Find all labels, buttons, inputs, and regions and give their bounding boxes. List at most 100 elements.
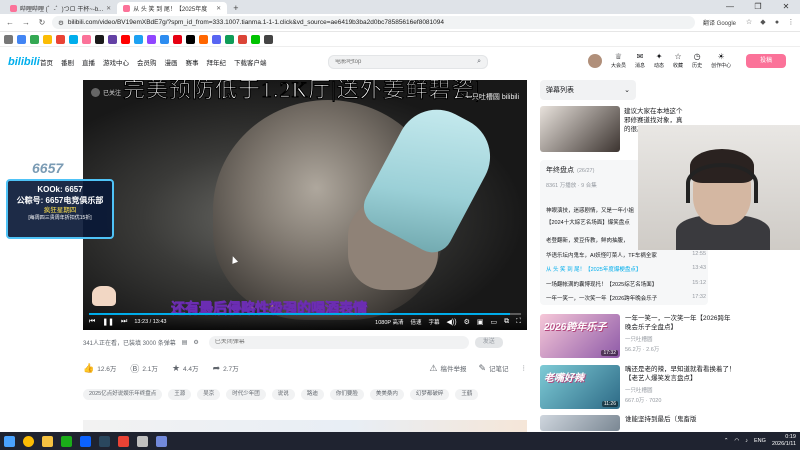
tag[interactable]: 王源 [168, 389, 192, 400]
language-indicator[interactable]: ENG [754, 438, 766, 444]
nav-item[interactable]: 拜年纪 [207, 57, 227, 67]
video-player[interactable]: 完美预防低于1.2K厅|送外姜鲜碧瓷| 已关注 一只吐槽圆 bilibili 还… [83, 80, 527, 330]
bookmark-icon[interactable] [186, 34, 195, 44]
settings-icon[interactable]: ⚙ [464, 318, 470, 326]
nav-item[interactable]: 赛事 [186, 57, 199, 67]
quality-button[interactable]: 1080P 高清 [375, 318, 403, 326]
bookmark-icon[interactable] [251, 34, 260, 44]
nav-item[interactable]: 下载客户端 [234, 57, 267, 67]
tag[interactable]: 时代少年团 [226, 389, 266, 400]
danmaku-toggle-icon[interactable]: ▤ [182, 339, 188, 346]
nav-item[interactable]: 漫画 [165, 57, 178, 67]
recommend-card[interactable]: 2026跨年乐子 17:32 一年一笑一，一次笑一年【2026跨年晚会乐子全盘点… [540, 314, 736, 358]
coin-button[interactable]: Ⓑ 2.1万 [130, 362, 158, 375]
bookmark-icon[interactable] [225, 34, 234, 44]
bookmark-icon[interactable] [264, 34, 273, 44]
favorite-button[interactable]: ★ 4.4万 [172, 363, 199, 374]
danmaku-input[interactable] [214, 339, 463, 345]
tag[interactable]: 你们要脸 [329, 389, 364, 400]
bookmark-icon[interactable] [56, 34, 65, 44]
recommend-thumbnail[interactable] [540, 415, 620, 431]
bookmark-icon[interactable] [43, 34, 52, 44]
bookmark-icon[interactable] [17, 34, 26, 44]
bookmark-icon[interactable] [212, 34, 221, 44]
tray-chevron-icon[interactable]: ⌃ [724, 438, 729, 444]
playlist-item[interactable]: 华语乐坛内鬼车，AI妖怪叮菜人，TF车祸全家 12:55 [546, 251, 706, 259]
recommend-title[interactable]: 一年一笑一，一次笑一年【2026跨年晚会乐子全盘点】 [625, 314, 736, 332]
recommend-title[interactable]: 嘴还是老的辣，早知道就看看换着了！【老艺人爆笑发言盘点】 [625, 365, 736, 383]
close-tab-icon[interactable]: ✕ [216, 5, 221, 12]
bookmark-icon[interactable] [95, 34, 104, 44]
avatar[interactable] [588, 53, 602, 68]
nav-item[interactable]: 游戏中心 [103, 57, 129, 67]
header-button-creator[interactable]: ☀ 创作中心 [711, 52, 731, 69]
start-icon[interactable] [4, 435, 15, 447]
maximize-button[interactable]: ❐ [744, 0, 772, 14]
new-tab-button[interactable]: + [227, 2, 244, 14]
nav-item[interactable]: 会员购 [137, 57, 157, 67]
close-window-button[interactable]: ✕ [772, 0, 800, 14]
header-button-messages[interactable]: ✉ 消息 [635, 52, 645, 69]
recommend-uploader[interactable]: 一只吐槽圆 [625, 335, 736, 343]
header-button-history[interactable]: ◷ 历史 [692, 52, 702, 69]
bookmark-icon[interactable] [173, 34, 182, 44]
nav-item[interactable]: 首页 [40, 57, 53, 67]
recommend-card[interactable]: 老嘴好辣 11:26 嘴还是老的辣，早知道就看看换着了！【老艺人爆笑发言盘点】 … [540, 365, 736, 409]
danmaku-settings-icon[interactable]: ⚙ [193, 339, 198, 346]
reload-icon[interactable]: ↻ [36, 17, 48, 29]
like-button[interactable]: 👍 12.6万 [83, 363, 116, 374]
fullscreen-icon[interactable]: ⛶ [516, 318, 521, 326]
qq-icon[interactable] [80, 435, 91, 447]
recommend-thumbnail[interactable] [540, 106, 620, 152]
wifi-icon[interactable]: ◠ [734, 438, 739, 444]
danmaku-list-toggle[interactable]: 弹幕列表 ⌄ [540, 80, 636, 100]
back-icon[interactable]: ← [4, 17, 16, 29]
bilibili-logo[interactable]: bilibili [8, 56, 40, 68]
nav-item[interactable]: 番剧 [61, 57, 74, 67]
tag[interactable]: 吴京 [197, 389, 221, 400]
apps-icon[interactable] [4, 34, 13, 44]
playlist-item[interactable]: 一年一笑一，一次笑一年【2026跨年晚会乐子 17:32 [546, 294, 706, 302]
bookmark-icon[interactable] [160, 34, 169, 44]
playlist-item[interactable]: 一场翻帐满的囊博现托！【2025综艺名场面】 15:12 [546, 280, 706, 288]
send-danmaku-button[interactable]: 发送 [474, 336, 503, 348]
steam-icon[interactable] [99, 435, 110, 447]
bookmark-icon[interactable] [147, 34, 156, 44]
report-button[interactable]: ⚠ 稿件举报 [429, 363, 466, 374]
pause-icon[interactable]: ❚❚ [102, 318, 114, 326]
app-icon[interactable] [137, 435, 148, 447]
upload-button[interactable]: 投稿 [746, 53, 787, 68]
app-icon[interactable] [156, 435, 167, 447]
tag[interactable]: 路迪 [300, 389, 324, 400]
volume-icon[interactable]: ♪ [745, 438, 748, 444]
folder-icon[interactable] [42, 435, 53, 447]
search-icon[interactable]: ⌕ [477, 58, 481, 66]
prev-icon[interactable]: ⏮ [89, 318, 95, 326]
header-button-vip[interactable]: ♕ 大会员 [611, 52, 626, 69]
more-icon[interactable]: ⋮ [521, 364, 528, 372]
forward-icon[interactable]: → [20, 17, 32, 29]
recommend-title[interactable]: 谁能坚持到最后（鬼畜版 [625, 415, 736, 424]
recommend-card[interactable]: 谁能坚持到最后（鬼畜版 [540, 415, 736, 431]
tag[interactable]: 说说 [271, 389, 295, 400]
address-bar[interactable]: ⚙ [52, 16, 695, 29]
bookmark-icon[interactable] [121, 34, 130, 44]
bookmark-icon[interactable] [69, 34, 78, 44]
search-input[interactable] [335, 59, 478, 65]
bookmark-star-icon[interactable]: ☆ [744, 18, 754, 28]
subtitle-button[interactable]: 字幕 [429, 318, 440, 326]
minimize-button[interactable]: — [716, 0, 744, 14]
volume-icon[interactable]: ◀)) [447, 318, 457, 326]
bookmark-icon[interactable] [238, 34, 247, 44]
recommend-thumbnail[interactable]: 老嘴好辣 11:26 [540, 365, 620, 409]
browser-tab-active[interactable]: 从 头 笑 到 尾！【2025年度 ✕ [117, 2, 228, 14]
close-tab-icon[interactable]: ✕ [106, 5, 111, 12]
extensions-icon[interactable]: ◆ [758, 18, 768, 28]
nav-item[interactable]: 直播 [82, 57, 95, 67]
browser-tab[interactable]: 哔哩哔哩 (゜-゜)つロ 干杯~-b... ✕ [4, 2, 117, 14]
tag[interactable]: 王鹤 [455, 389, 479, 400]
webfullscreen-icon[interactable]: ⧉ [504, 318, 509, 326]
pip-icon[interactable]: ▣ [477, 318, 484, 326]
tag[interactable]: 幻梦都破碎 [409, 389, 450, 400]
next-icon[interactable]: ⏭ [121, 318, 127, 326]
